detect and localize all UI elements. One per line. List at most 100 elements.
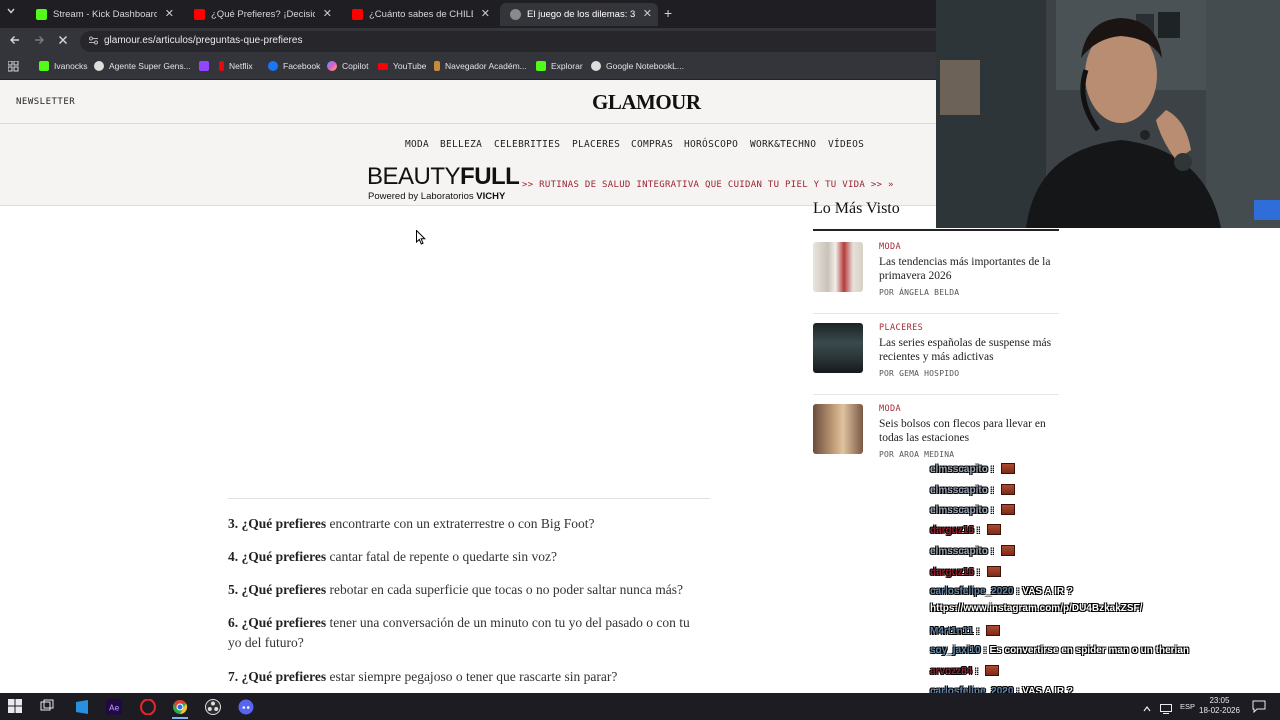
bookmark-label: Copilot	[342, 61, 369, 71]
bookmark-youtube[interactable]: YouTube	[378, 61, 426, 71]
question-4: 4. ¿Qué prefieres cantar fatal de repent…	[228, 547, 698, 567]
discord-icon[interactable]	[238, 699, 254, 715]
article-title[interactable]: Las series españolas de suspense más rec…	[879, 337, 1059, 364]
nav-celebrities[interactable]: CELEBRITIES	[494, 139, 560, 150]
notifications-icon[interactable]	[1252, 700, 1268, 716]
tab-search-icon[interactable]	[6, 6, 22, 22]
opera-icon[interactable]	[139, 698, 157, 716]
nav-belleza[interactable]: BELLEZA	[440, 139, 482, 150]
article-thumbnail[interactable]	[813, 242, 863, 292]
newsletter-link[interactable]: NEWSLETTER	[16, 97, 75, 107]
nav-work-techno[interactable]: WORK&TECHNO	[750, 139, 816, 150]
youtube-icon	[194, 9, 205, 20]
apps-grid-icon[interactable]	[8, 61, 19, 72]
bookmark-explorar[interactable]: Explorar	[536, 61, 583, 71]
article-thumbnail[interactable]	[813, 323, 863, 373]
facebook-icon	[268, 61, 278, 71]
tab-juego-dilemas[interactable]: El juego de los dilemas: 320 pre ✕	[500, 3, 658, 26]
new-tab-button[interactable]: +	[664, 5, 672, 21]
close-tab-icon[interactable]: ✕	[323, 7, 332, 20]
stop-loading-button[interactable]	[57, 34, 69, 49]
question-text: rebotar en cada superficie que tocas o n…	[326, 582, 683, 597]
brand-bold: FULL	[460, 163, 520, 190]
mouse-cursor-icon	[416, 230, 426, 245]
tab-title: El juego de los dilemas: 320 pre	[527, 9, 635, 20]
bookmark-label: Explorar	[551, 61, 583, 71]
article-title[interactable]: Seis bolsos con flecos para llevar en to…	[879, 418, 1059, 445]
chat-separator: :	[972, 666, 982, 677]
most-viewed-item[interactable]: PLACERES Las series españolas de suspens…	[813, 313, 1059, 395]
tray-expand-icon[interactable]	[1142, 701, 1158, 717]
nav-videos[interactable]: VÍDEOS	[828, 139, 864, 150]
close-tab-icon[interactable]: ✕	[165, 7, 174, 20]
chat-username: soy_jaxi10	[930, 645, 981, 656]
tab-strip: Stream - Kick Dashboard ✕ ¿Qué Prefieres…	[0, 0, 936, 28]
forward-button[interactable]	[33, 34, 45, 49]
article-author: POR AROA MEDINA	[879, 450, 955, 459]
article-title[interactable]: Las tendencias más importantes de la pri…	[879, 256, 1059, 283]
bookmark-ivanocks[interactable]: Ivanocks	[39, 61, 88, 71]
nav-moda[interactable]: MODA	[405, 139, 429, 150]
article-category[interactable]: MODA	[879, 404, 901, 414]
question-7: 7. ¿Qué prefieres estar siempre pegajoso…	[228, 667, 698, 687]
site-logo[interactable]: GLAMOUR	[592, 90, 701, 115]
close-tab-icon[interactable]: ✕	[643, 7, 652, 20]
chat-username: elmsscapito	[930, 546, 988, 557]
tab-cuanto-sabes-chile[interactable]: ¿Cuánto sabes de CHILE? 🇨🇱 ✕	[342, 3, 496, 26]
address-bar[interactable]: glamour.es/articulos/preguntas-que-prefi…	[80, 31, 936, 52]
obs-icon[interactable]	[205, 699, 221, 715]
chat-username: elmsscapito	[930, 505, 988, 516]
bookmark-copilot[interactable]: Copilot	[327, 61, 368, 71]
chat-text: VAS A IR ?	[1022, 586, 1074, 597]
chat-message: carlosfelipe_2020 : VAS A IR ?	[930, 586, 1073, 597]
bookmark-notebooklm[interactable]: Google NotebookL...	[591, 61, 684, 71]
kick-icon	[36, 9, 47, 20]
article-category[interactable]: PLACERES	[879, 323, 923, 333]
bookmark-netflix[interactable]: Netflix	[219, 61, 253, 71]
azure-data-studio-icon[interactable]	[74, 699, 90, 715]
tab-kick-dashboard[interactable]: Stream - Kick Dashboard ✕	[26, 3, 180, 26]
article-category[interactable]: MODA	[879, 242, 901, 252]
bookmark-navegador[interactable]: Navegador Académ...	[434, 61, 527, 71]
bookmark-twitch[interactable]	[199, 61, 214, 71]
url-text[interactable]: glamour.es/articulos/preguntas-que-prefi…	[104, 35, 302, 46]
chat-text: https://www.instagram.com/p/DU4BzkakZSF/	[930, 603, 1143, 614]
clock-date: 18-02-2026	[1199, 706, 1240, 715]
promo-banner-link[interactable]: >> RUTINAS DE SALUD INTEGRATIVA QUE CUID…	[522, 180, 894, 190]
question-lead: ¿Qué prefieres	[241, 615, 327, 630]
bookmark-agente[interactable]: Agente Super Gens...	[94, 61, 191, 71]
bookmark-label: Netflix	[229, 61, 253, 71]
system-clock[interactable]: 23:05 18-02-2026	[1199, 696, 1240, 716]
network-icon[interactable]	[1160, 701, 1176, 717]
chat-username: elmsscapito	[930, 464, 988, 475]
windows-start-icon[interactable]	[8, 699, 24, 715]
back-button[interactable]	[9, 34, 21, 49]
question-lead: ¿Qué prefieres	[241, 516, 327, 531]
chat-message: arvozz84 :	[930, 665, 1000, 677]
bookmark-label: Facebook	[283, 61, 321, 71]
close-tab-icon[interactable]: ✕	[481, 7, 490, 20]
chat-message: elmsscapito :	[930, 504, 1015, 516]
article-thumbnail[interactable]	[813, 404, 863, 454]
after-effects-icon[interactable]: Ae	[106, 699, 122, 715]
bookmark-facebook[interactable]: Facebook	[268, 61, 320, 71]
most-viewed-item[interactable]: MODA Las tendencias más importantes de l…	[813, 232, 1059, 314]
youtube-icon	[352, 9, 363, 20]
chrome-icon[interactable]	[172, 699, 188, 719]
nav-placeres[interactable]: PLACERES	[572, 139, 620, 150]
question-3: 3. ¿Qué prefieres encontrarte con un ext…	[228, 514, 698, 534]
toolbar: glamour.es/articulos/preguntas-que-prefi…	[0, 28, 936, 55]
beautyfull-logo[interactable]: BEAUTYFULL	[367, 163, 520, 190]
site-info-icon[interactable]	[88, 35, 99, 49]
input-language[interactable]: ESP	[1180, 702, 1195, 711]
tab-que-prefieres-video[interactable]: ¿Qué Prefieres? ¡Decisiones Ext ✕	[184, 3, 338, 26]
bookmarks-bar: Ivanocks Agente Super Gens... Netflix Fa…	[0, 55, 936, 80]
article-author: POR ÁNGELA BELDA	[879, 288, 960, 297]
chat-separator: :	[1013, 586, 1023, 597]
chat-separator: :	[987, 505, 997, 516]
nav-compras[interactable]: COMPRAS	[631, 139, 673, 150]
question-lead: ¿Qué prefieres	[241, 549, 327, 564]
nav-horoscopo[interactable]: HORÓSCOPO	[684, 139, 738, 150]
chat-separator: :	[987, 464, 997, 475]
task-view-icon[interactable]	[40, 699, 56, 715]
